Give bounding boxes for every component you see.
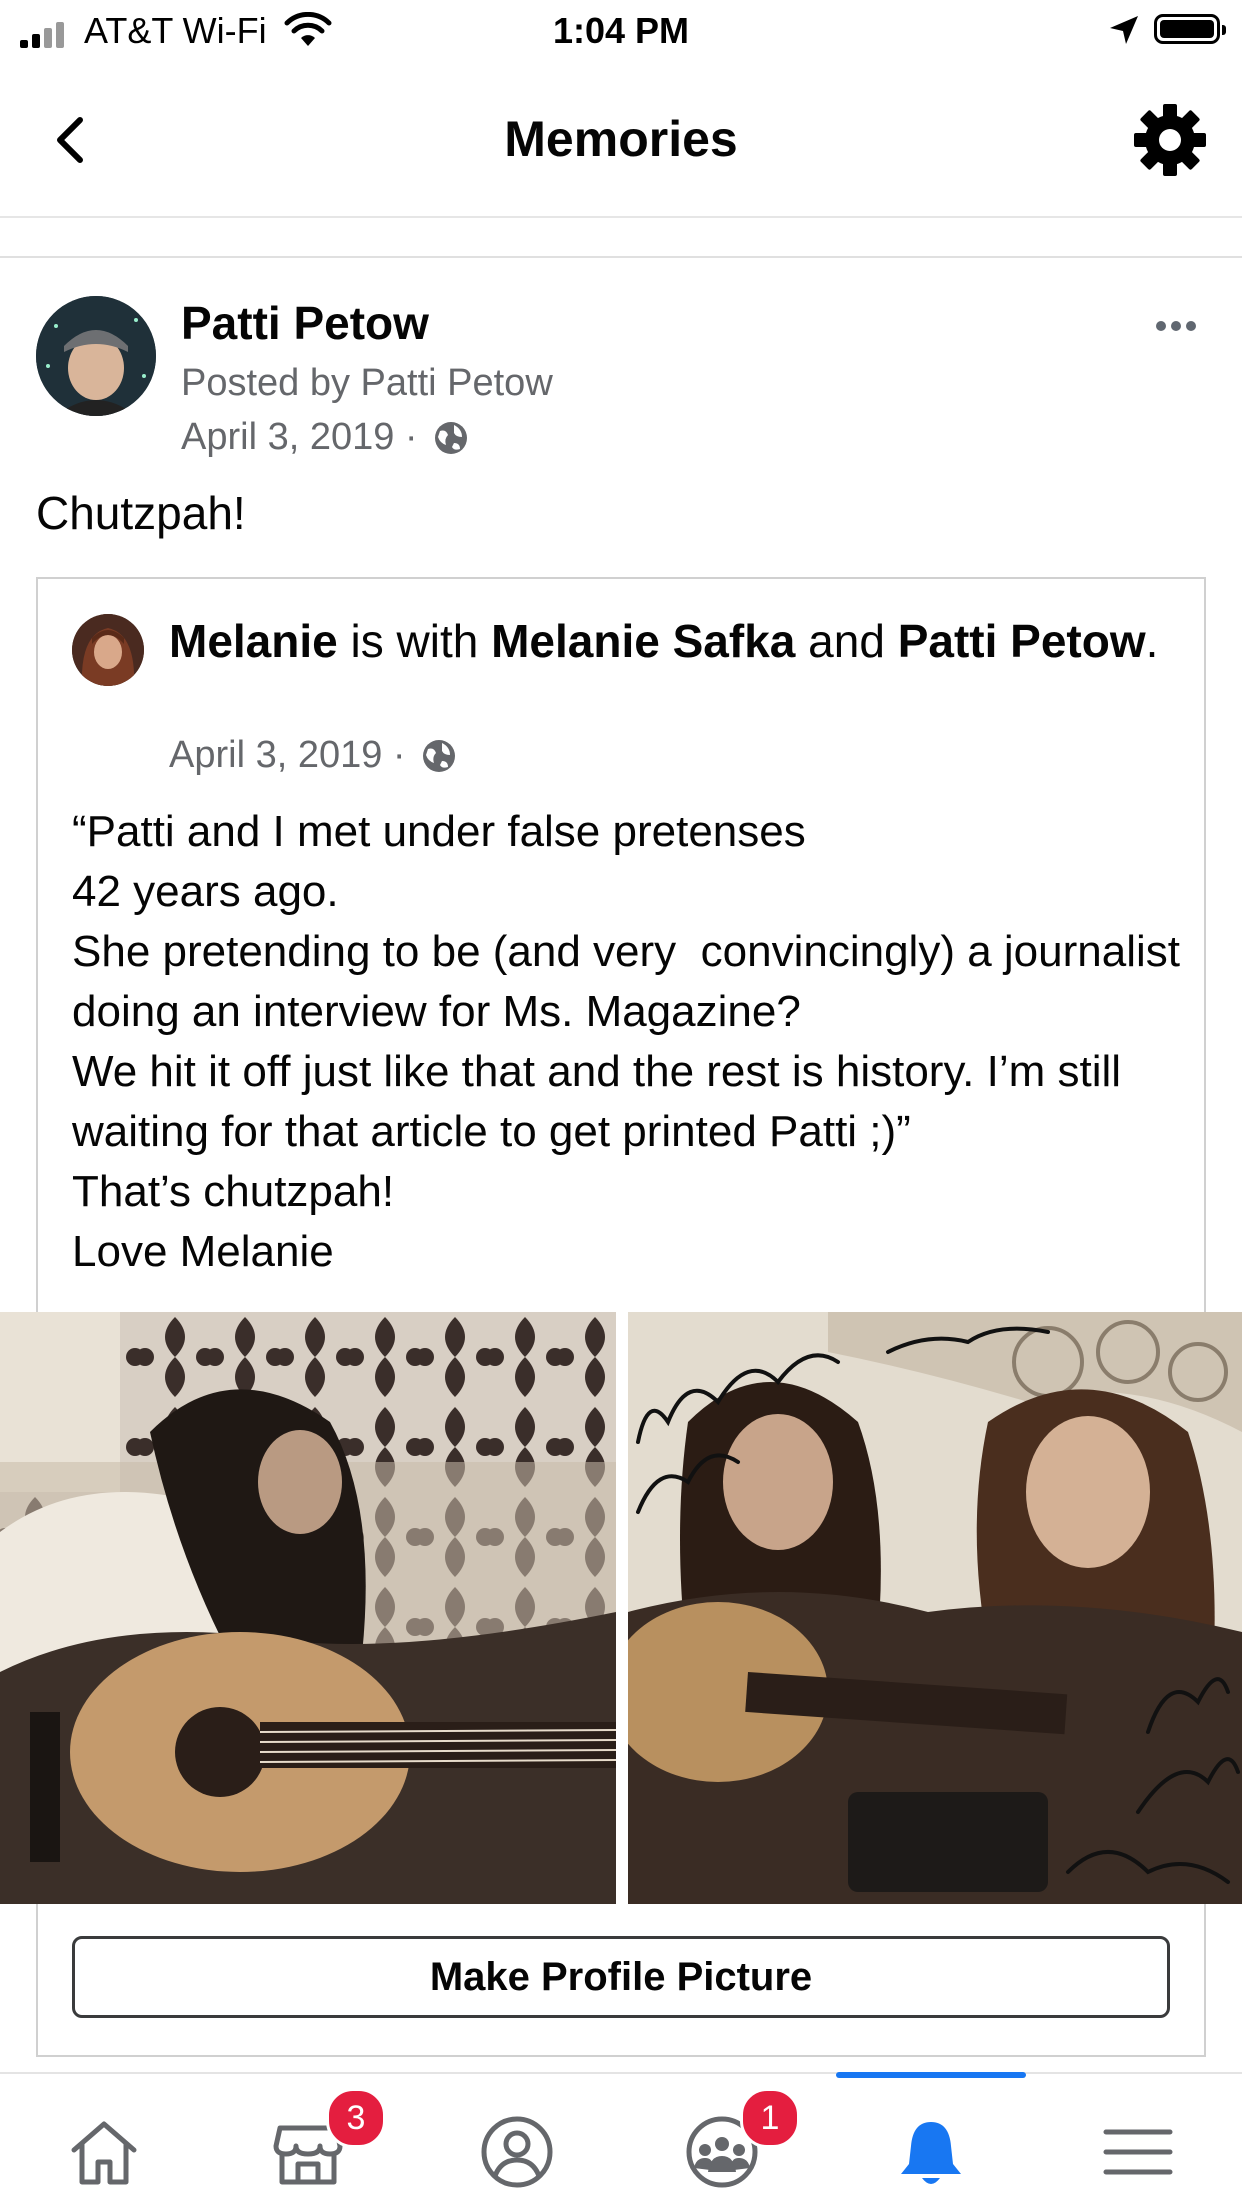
post-author-name[interactable]: Patti Petow bbox=[181, 296, 429, 350]
avatar[interactable] bbox=[36, 296, 156, 416]
home-icon bbox=[71, 2121, 137, 2185]
globe-icon bbox=[423, 740, 456, 772]
more-options-icon[interactable] bbox=[1156, 318, 1201, 336]
profile-icon bbox=[481, 2116, 553, 2188]
active-tab-indicator bbox=[836, 2072, 1026, 2078]
groups-badge: 1 bbox=[740, 2088, 800, 2148]
section-divider bbox=[0, 256, 1242, 258]
tab-groups[interactable]: 1 bbox=[642, 2074, 802, 2210]
with-text: is with bbox=[337, 615, 492, 667]
shared-post-date: April 3, 2019 · bbox=[169, 734, 458, 777]
globe-icon bbox=[435, 422, 468, 454]
shared-post-heading: Melanie is with Melanie Safka and Patti … bbox=[169, 612, 1179, 670]
tagged-person-1[interactable]: Melanie Safka bbox=[491, 615, 795, 667]
posted-by-label: Posted by Patti Petow bbox=[181, 362, 553, 404]
menu-icon bbox=[1103, 2129, 1173, 2175]
photo-right[interactable] bbox=[628, 1312, 1242, 1904]
shared-post-text: “Patti and I met under false pretenses 4… bbox=[72, 807, 1180, 1276]
location-arrow-icon bbox=[1110, 16, 1138, 44]
battery-icon bbox=[1154, 14, 1226, 44]
post-date: April 3, 2019 · bbox=[181, 416, 470, 459]
photo-left[interactable] bbox=[0, 1312, 616, 1904]
post-text: Chutzpah! bbox=[36, 487, 246, 539]
clock: 1:04 PM bbox=[552, 10, 690, 51]
tagged-person-2[interactable]: Patti Petow bbox=[898, 615, 1146, 667]
shared-author-name[interactable]: Melanie bbox=[169, 615, 338, 667]
make-profile-picture-button[interactable]: Make Profile Picture bbox=[72, 1936, 1170, 2018]
notifications-icon bbox=[901, 2122, 961, 2184]
top-nav-bar: Memories bbox=[0, 64, 1242, 218]
page-title: Memories bbox=[504, 111, 738, 167]
marketplace-badge: 3 bbox=[326, 2088, 386, 2148]
status-bar: AT&T Wi-Fi 1:04 PM bbox=[0, 0, 1242, 64]
period: . bbox=[1145, 615, 1159, 667]
bottom-tab-bar: 3 1 bbox=[0, 2072, 1242, 2210]
shared-post-date-text: April 3, 2019 · bbox=[169, 734, 406, 776]
gear-icon[interactable] bbox=[1130, 100, 1210, 180]
tab-profile[interactable] bbox=[437, 2074, 597, 2210]
and-text: and bbox=[795, 615, 898, 667]
tab-home[interactable] bbox=[24, 2074, 184, 2210]
tab-menu[interactable] bbox=[1058, 2074, 1218, 2210]
tab-marketplace[interactable]: 3 bbox=[228, 2074, 388, 2210]
post-date-text: April 3, 2019 · bbox=[181, 416, 418, 458]
shared-author-avatar[interactable] bbox=[72, 614, 144, 686]
tab-notifications[interactable] bbox=[836, 2072, 1026, 2210]
